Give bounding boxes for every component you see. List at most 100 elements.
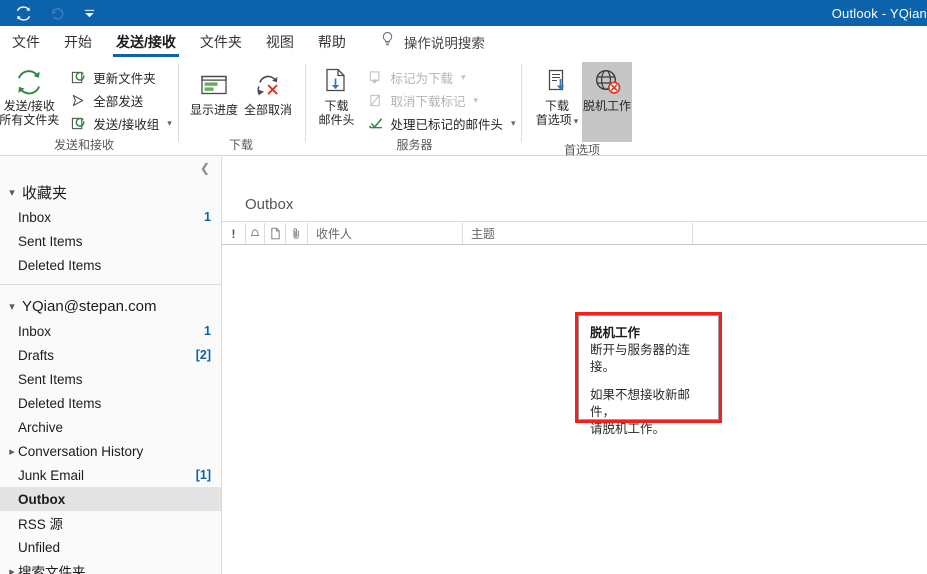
sidebar-item-sent-items[interactable]: Sent Items xyxy=(0,367,221,391)
work-offline-button[interactable]: 脱机工作 xyxy=(582,62,632,142)
update-folder-icon xyxy=(70,69,87,86)
update-folder-button[interactable]: 更新文件夹 xyxy=(66,66,176,89)
column-extra xyxy=(693,223,927,244)
sidebar-item-label: Deleted Items xyxy=(18,257,102,273)
send-receive-all-folders-button[interactable]: 发送/接收 所有文件夹 xyxy=(0,62,66,127)
tab-file[interactable]: 文件 xyxy=(0,26,52,58)
send-receive-all-icon[interactable] xyxy=(12,3,34,23)
sidebar-item-outbox[interactable]: Outbox xyxy=(0,487,221,511)
sidebar-item-inbox[interactable]: Inbox 1 xyxy=(0,319,221,343)
send-all-button[interactable]: 全部发送 xyxy=(66,89,176,112)
unmark-download-icon xyxy=(367,92,384,109)
window-title: Outlook - YQian xyxy=(831,5,927,21)
attachment-paperclip-icon[interactable] xyxy=(286,223,308,244)
ribbon-group-download: 显示进度 全部取消 下载 xyxy=(186,58,296,155)
send-receive-all-folders-label-2: 所有文件夹 xyxy=(0,113,60,127)
item-type-icon[interactable] xyxy=(265,223,286,244)
update-folder-label: 更新文件夹 xyxy=(93,72,156,86)
nav-section-favorites-label: 收藏夹 xyxy=(22,184,68,202)
process-marked-headers-label: 处理已标记的邮件头 xyxy=(390,118,503,132)
chevron-left-icon[interactable]: ❮ xyxy=(197,160,213,176)
nav-collapse-row: ❮ xyxy=(0,157,221,179)
sidebar-item-label: Junk Email xyxy=(18,467,85,483)
sidebar-item-favorites-inbox[interactable]: Inbox 1 xyxy=(0,205,221,229)
sidebar-item-label: Inbox xyxy=(18,323,52,339)
download-headers-icon xyxy=(320,65,352,99)
send-receive-small-buttons: 更新文件夹 全部发送 发送/接收组 ▾ xyxy=(66,62,176,135)
mark-to-download-button: 标记为下载 ▾ xyxy=(363,66,519,89)
lightbulb-icon xyxy=(380,31,395,53)
nav-section-account-label: YQian@stepan.com xyxy=(22,297,157,315)
tooltip-gap xyxy=(590,376,708,387)
server-small-buttons: 标记为下载 ▾ 取消下载标记 ▾ 处理已标记的邮件头 ▾ xyxy=(363,62,519,135)
sidebar-item-label: Sent Items xyxy=(18,233,83,249)
importance-icon[interactable]: ! xyxy=(222,223,246,244)
tab-send-receive[interactable]: 发送/接收 xyxy=(104,26,188,58)
ribbon-group-caption-server: 服务器 xyxy=(396,138,433,152)
column-to[interactable]: 收件人 xyxy=(308,223,463,244)
tab-home[interactable]: 开始 xyxy=(52,26,104,58)
show-progress-button[interactable]: 显示进度 xyxy=(187,66,241,117)
process-marked-headers-button[interactable]: 处理已标记的邮件头 ▾ xyxy=(363,112,519,135)
chevron-down-icon[interactable]: ▾ xyxy=(574,116,579,126)
chevron-down-icon[interactable]: ▾ xyxy=(511,118,516,129)
chevron-right-icon[interactable]: ▸ xyxy=(6,565,18,574)
chevron-down-icon[interactable]: ▾ xyxy=(6,300,18,313)
refresh-green-icon xyxy=(11,65,47,99)
customize-qat-chevron-down-icon[interactable] xyxy=(78,3,100,23)
message-list[interactable] xyxy=(222,245,927,574)
sidebar-item-conversation-history[interactable]: ▸ Conversation History xyxy=(0,439,221,463)
ribbon: 发送/接收 所有文件夹 更新文件夹 全部发送 发送/接收组 ▾ 发送和接收 显示… xyxy=(0,58,927,157)
sidebar-item-rss-feeds[interactable]: RSS 源 xyxy=(0,511,221,535)
cancel-all-label: 全部取消 xyxy=(244,103,293,117)
sidebar-item-label: Drafts xyxy=(18,347,55,363)
sidebar-item-label: Outbox xyxy=(18,491,66,507)
sidebar-item-search-folders[interactable]: ▸ 搜索文件夹 xyxy=(0,559,221,574)
tab-folder[interactable]: 文件夹 xyxy=(188,26,254,58)
sidebar-item-favorites-sent-items[interactable]: Sent Items xyxy=(0,229,221,253)
send-receive-groups-icon xyxy=(70,115,87,132)
folder-title-bar: Outbox xyxy=(222,157,927,222)
nav-section-account-header[interactable]: ▾ YQian@stepan.com xyxy=(0,293,221,319)
sidebar-item-label: Sent Items xyxy=(18,371,83,387)
download-preferences-label-1: 下载 xyxy=(544,99,569,113)
ribbon-group-divider-1 xyxy=(178,64,179,142)
sidebar-item-unfiled[interactable]: Unfiled xyxy=(0,535,221,559)
sidebar-item-deleted-items[interactable]: Deleted Items xyxy=(0,391,221,415)
cancel-all-icon xyxy=(253,69,283,103)
nav-divider xyxy=(0,284,221,285)
reminder-bell-icon[interactable] xyxy=(246,223,265,244)
send-receive-groups-label: 发送/接收组 xyxy=(93,118,160,132)
cancel-all-button[interactable]: 全部取消 xyxy=(241,66,295,117)
importance-glyph: ! xyxy=(231,226,236,241)
message-list-column-headers: ! 收件人 主题 xyxy=(222,223,927,245)
tab-view[interactable]: 视图 xyxy=(254,26,306,58)
chevron-right-icon[interactable]: ▸ xyxy=(6,445,18,458)
download-headers-label-2: 邮件头 xyxy=(318,113,355,127)
send-all-icon xyxy=(70,92,87,109)
unread-count-badge: [2] xyxy=(195,348,211,362)
show-progress-label: 显示进度 xyxy=(190,103,239,117)
sidebar-item-archive[interactable]: Archive xyxy=(0,415,221,439)
work-offline-label: 脱机工作 xyxy=(583,99,632,113)
tab-help[interactable]: 帮助 xyxy=(306,26,358,58)
sidebar-item-favorites-deleted-items[interactable]: Deleted Items xyxy=(0,253,221,277)
tell-me-search[interactable]: 操作说明搜索 xyxy=(380,31,485,53)
sidebar-item-junk-email[interactable]: Junk Email [1] xyxy=(0,463,221,487)
send-receive-groups-button[interactable]: 发送/接收组 ▾ xyxy=(66,112,176,135)
send-receive-all-folders-label-1: 发送/接收 xyxy=(3,99,55,113)
sidebar-item-label: 搜索文件夹 xyxy=(18,565,86,574)
nav-section-favorites-header[interactable]: ▾ 收藏夹 xyxy=(0,179,221,205)
download-preferences-button[interactable]: 下载 首选项 ▾ xyxy=(532,62,582,128)
sidebar-item-drafts[interactable]: Drafts [2] xyxy=(0,343,221,367)
mark-to-download-label: 标记为下载 xyxy=(390,72,453,86)
column-subject[interactable]: 主题 xyxy=(463,223,693,244)
chevron-down-icon[interactable]: ▾ xyxy=(167,118,172,129)
chevron-down-icon[interactable]: ▾ xyxy=(6,186,18,199)
tooltip-line-3: 请脱机工作。 xyxy=(590,422,666,436)
ribbon-group-preferences: 下载 首选项 ▾ 脱机工作 首选项 xyxy=(528,58,636,157)
undo-arrow-icon xyxy=(45,3,67,23)
sidebar-item-label: Inbox xyxy=(18,209,52,225)
download-headers-button[interactable]: 下载 邮件头 xyxy=(309,62,363,127)
chevron-down-icon: ▾ xyxy=(473,95,479,105)
